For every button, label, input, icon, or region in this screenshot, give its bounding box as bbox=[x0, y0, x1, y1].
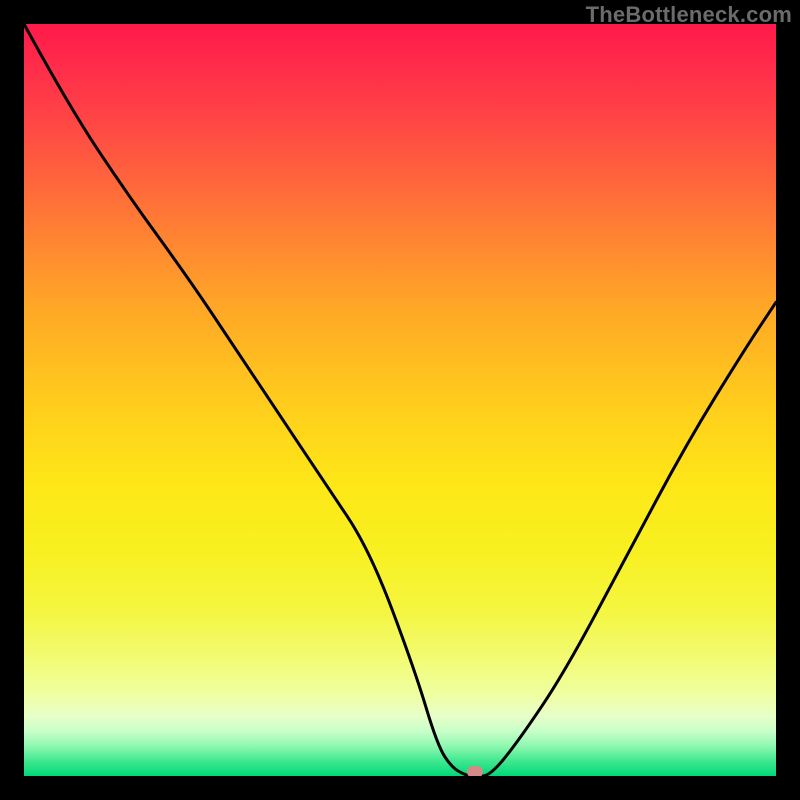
chart-frame: TheBottleneck.com bbox=[0, 0, 800, 800]
optimal-point-marker bbox=[467, 766, 483, 776]
bottleneck-curve bbox=[24, 24, 776, 776]
plot-area bbox=[24, 24, 776, 776]
